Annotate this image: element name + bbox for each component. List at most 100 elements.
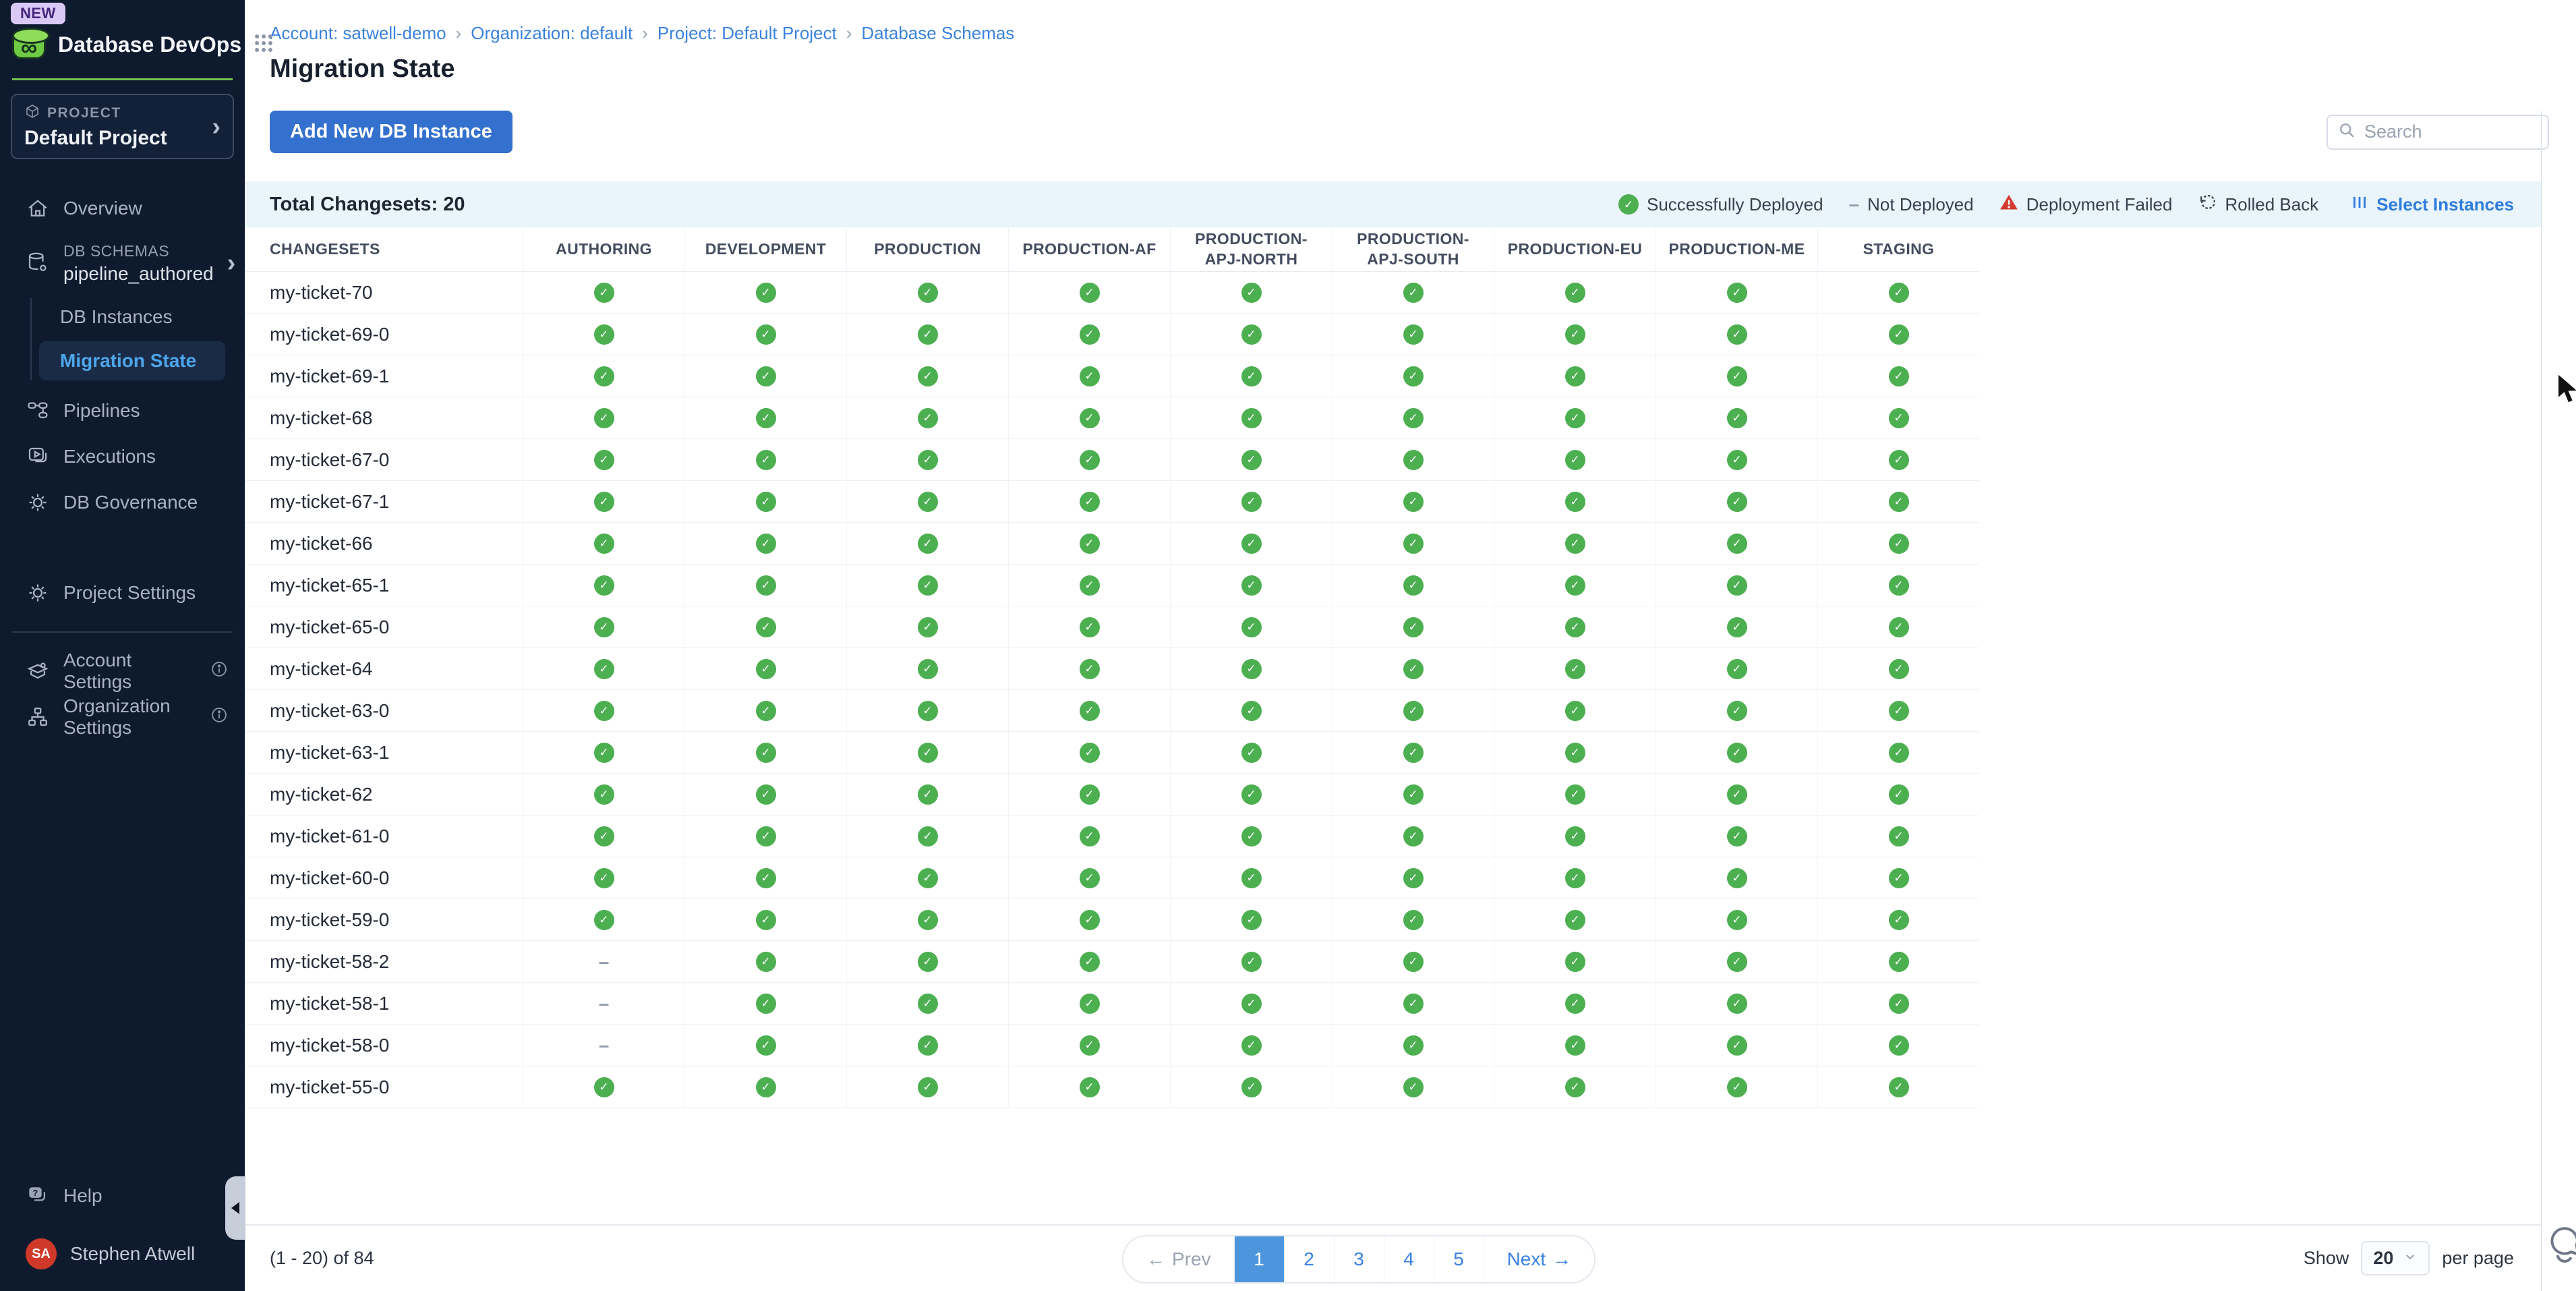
status-cell: ✓ [1008,1025,1170,1066]
pager: ← Prev 12345 Next → [1122,1235,1596,1284]
status-cell: ✓ [523,899,684,940]
page-button-4[interactable]: 4 [1384,1236,1434,1282]
success-check-icon: ✓ [1889,994,1909,1014]
search-box[interactable] [2326,115,2549,150]
project-selector[interactable]: PROJECT Default Project › [11,94,234,159]
svg-text:?: ? [33,1188,38,1198]
prev-page-button[interactable]: ← Prev [1123,1236,1234,1282]
sidebar-item-executions[interactable]: Executions [0,437,245,476]
status-cell: ✓ [1170,397,1332,438]
gear-icon [26,491,50,514]
success-check-icon: ✓ [594,701,614,721]
breadcrumb-separator: › [846,23,852,44]
success-check-icon: ✓ [918,534,938,554]
select-instances-button[interactable]: Select Instances [2351,194,2514,216]
breadcrumb-project[interactable]: Project: Default Project [657,23,837,44]
breadcrumb-organization[interactable]: Organization: default [471,23,633,44]
table-row: my-ticket-70✓✓✓✓✓✓✓✓✓ [245,272,1979,314]
status-cell: ✓ [1170,690,1332,731]
sidebar-item-pipelines[interactable]: Pipelines [0,391,245,430]
chat-widget-button[interactable] [2542,1226,2576,1272]
sidebar-item-help[interactable]: ? Help [0,1176,245,1215]
status-cell: ✓ [1332,941,1494,982]
table-row: my-ticket-67-1✓✓✓✓✓✓✓✓✓ [245,481,1979,523]
changeset-name: my-ticket-65-0 [245,606,523,648]
status-cell: ✓ [1008,690,1170,731]
page-size-select[interactable]: 20 [2361,1241,2430,1275]
page-size-control: Show 20 per page [2304,1241,2514,1275]
success-check-icon: ✓ [1403,868,1424,888]
success-check-icon: ✓ [1727,1077,1747,1097]
chevron-right-icon: › [227,250,236,276]
pagination-bar: (1 - 20) of 84 ← Prev 12345 Next → Show … [245,1224,2541,1291]
user-menu[interactable]: SA Stephen Atwell [0,1234,245,1273]
status-cell: ✓ [1008,272,1170,313]
add-db-instance-button[interactable]: Add New DB Instance [270,111,513,153]
success-check-icon: ✓ [1080,324,1100,345]
status-cell: ✓ [1817,815,1979,857]
info-icon[interactable] [210,660,229,683]
success-check-icon: ✓ [1403,701,1424,721]
status-cell: ✓ [846,983,1008,1024]
success-check-icon: ✓ [918,575,938,596]
apps-grid-icon[interactable] [252,32,275,58]
status-cell: ✓ [1170,1066,1332,1108]
changeset-name: my-ticket-60-0 [245,857,523,898]
status-cell: ✓ [1656,606,1817,648]
status-cell: ✓ [1170,857,1332,898]
status-cell: ✓ [1008,606,1170,648]
sidebar-item-db-instances[interactable]: DB Instances [32,298,245,336]
success-check-icon: ✓ [756,534,776,554]
sidebar-item-db-schemas[interactable]: DB SCHEMAS pipeline_authored › [0,235,245,291]
table-row: my-ticket-65-0✓✓✓✓✓✓✓✓✓ [245,606,1979,648]
table-row: my-ticket-63-1✓✓✓✓✓✓✓✓✓ [245,732,1979,774]
status-cell: ✓ [846,732,1008,773]
success-check-icon: ✓ [1080,283,1100,303]
success-check-icon: ✓ [1080,450,1100,470]
sidebar: NEW ∞ Database DevOps PROJECT [0,0,245,1291]
sidebar-item-organization-settings[interactable]: Organization Settings [0,697,245,737]
status-cell: ✓ [1656,439,1817,480]
breadcrumb-database-schemas[interactable]: Database Schemas [861,23,1014,44]
status-cell: ✓ [1008,648,1170,689]
page-button-1[interactable]: 1 [1234,1236,1284,1282]
success-check-icon: ✓ [1565,1077,1585,1097]
sidebar-item-account-settings[interactable]: Account Settings [0,652,245,691]
status-cell: ✓ [1332,355,1494,397]
sidebar-item-db-governance[interactable]: DB Governance [0,483,245,522]
success-check-icon: ✓ [1565,575,1585,596]
success-check-icon: ✓ [756,994,776,1014]
status-cell: ✓ [1332,1066,1494,1108]
status-cell: ✓ [1332,439,1494,480]
search-icon [2337,121,2356,143]
status-cell: ✓ [684,648,846,689]
sidebar-item-migration-state[interactable]: Migration State [39,341,225,380]
status-cell: – [523,983,684,1024]
success-check-icon: ✓ [594,659,614,679]
changeset-name: my-ticket-68 [245,397,523,438]
breadcrumb-separator: › [642,23,648,44]
status-cell: ✓ [1170,439,1332,480]
success-check-icon: ✓ [1403,659,1424,679]
project-label: PROJECT [47,105,121,121]
success-check-icon: ✓ [1403,408,1424,428]
page-button-3[interactable]: 3 [1334,1236,1384,1282]
page-button-5[interactable]: 5 [1434,1236,1484,1282]
legend-not-deployed: – Not Deployed [1849,194,1974,215]
sidebar-item-project-settings[interactable]: Project Settings [0,573,245,612]
status-cell: ✓ [1332,815,1494,857]
page-button-2[interactable]: 2 [1284,1236,1334,1282]
changeset-name: my-ticket-69-1 [245,355,523,397]
search-input[interactable] [2364,121,2538,142]
status-cell: ✓ [846,523,1008,564]
warning-triangle-icon [1999,193,2018,217]
legend-rolled-back: Rolled Back [2198,193,2318,217]
success-check-icon: ✓ [1727,784,1747,805]
sidebar-item-overview[interactable]: Overview [0,189,245,228]
next-page-button[interactable]: Next → [1484,1236,1595,1282]
status-cell: ✓ [684,857,846,898]
info-icon[interactable] [210,706,229,729]
breadcrumb-account[interactable]: Account: satwell-demo [270,23,446,44]
changeset-name: my-ticket-55-0 [245,1066,523,1108]
sidebar-collapse-button[interactable] [225,1176,245,1240]
